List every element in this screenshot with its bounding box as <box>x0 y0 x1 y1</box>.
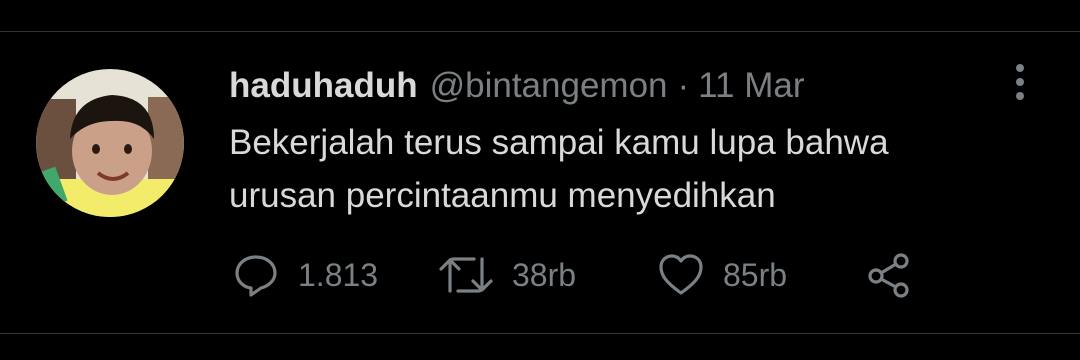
tweet-text: Bekerjalah terus sampai kamu lupa bahwa … <box>229 116 1009 222</box>
retweet-icon <box>438 251 494 299</box>
tweet-date[interactable]: 11 Mar <box>698 66 804 106</box>
like-count: 85rb <box>723 256 788 293</box>
heart-icon <box>657 251 705 299</box>
bottom-divider <box>0 333 1080 334</box>
share-button[interactable] <box>865 248 913 302</box>
user-handle[interactable]: @bintangemon <box>430 66 668 106</box>
reply-icon <box>232 251 280 299</box>
reply-button[interactable]: 1.813 <box>232 248 378 302</box>
like-button[interactable]: 85rb <box>657 248 787 302</box>
retweet-button[interactable]: 38rb <box>438 248 576 302</box>
share-icon <box>865 251 913 299</box>
tweet-text-line: urusan percintaanmu menyedihkan <box>229 176 776 215</box>
tweet-text-line: Bekerjalah terus sampai kamu lupa bahwa <box>229 123 889 162</box>
more-vertical-icon[interactable] <box>1008 62 1032 106</box>
separator-dot: · <box>677 66 690 105</box>
tweet-actions: 1.813 38rb 85rb <box>232 248 952 302</box>
reply-count: 1.813 <box>298 256 379 293</box>
tweet-header: haduhaduh @bintangemon · 11 Mar <box>229 65 805 107</box>
avatar[interactable] <box>36 69 184 217</box>
display-name[interactable]: haduhaduh <box>229 66 418 106</box>
retweet-count: 38rb <box>512 256 577 293</box>
tweet[interactable]: haduhaduh @bintangemon · 11 Mar Bekerjal… <box>0 32 1080 333</box>
